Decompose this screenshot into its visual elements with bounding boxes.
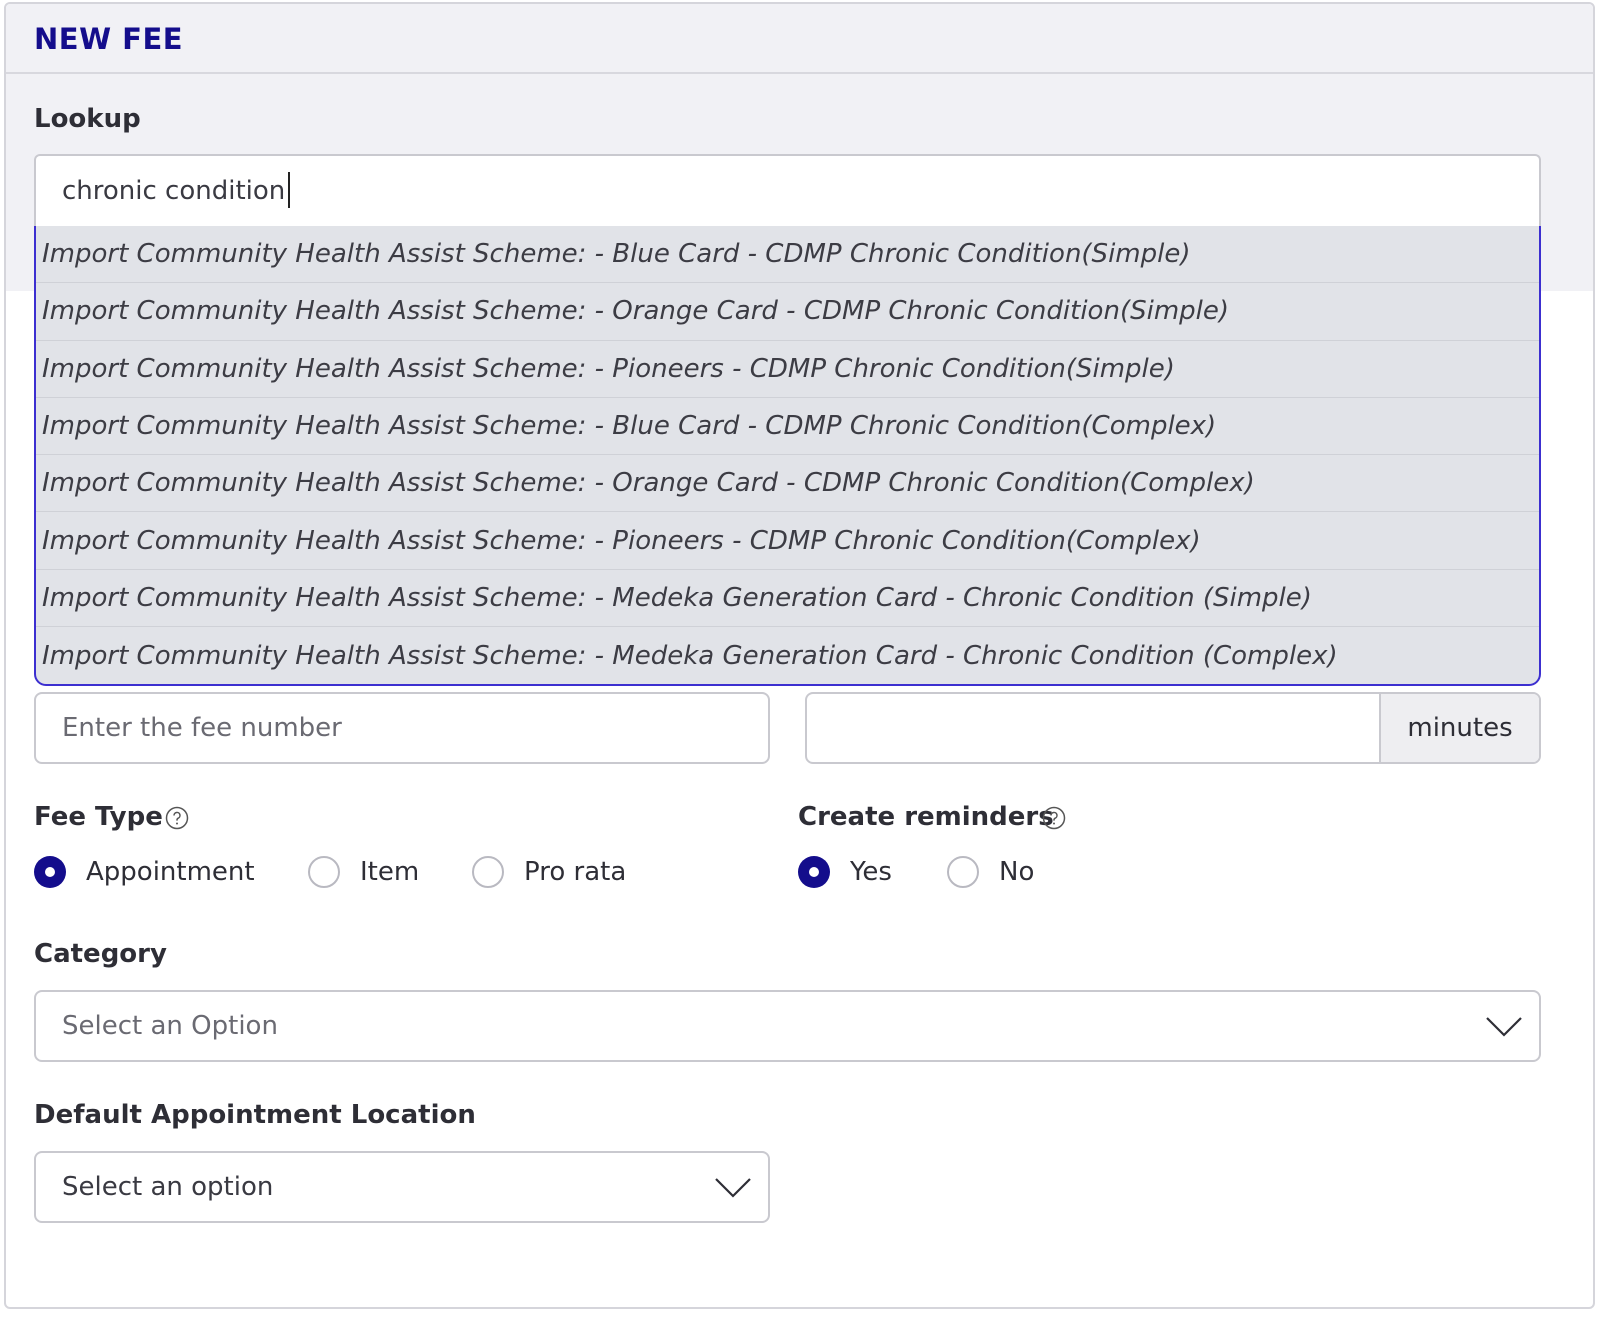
radio-label: Appointment bbox=[86, 857, 255, 887]
help-icon[interactable] bbox=[1042, 806, 1066, 830]
create-reminders-label: Create reminders bbox=[798, 802, 1054, 832]
suggestion-item[interactable]: Import Community Health Assist Scheme: -… bbox=[36, 398, 1539, 456]
radio-label: Pro rata bbox=[524, 857, 627, 887]
suggestion-item[interactable]: Import Community Health Assist Scheme: -… bbox=[36, 283, 1539, 341]
panel-header: NEW FEE bbox=[6, 4, 1593, 74]
location-placeholder: Select an option bbox=[62, 1172, 274, 1202]
page-title: NEW FEE bbox=[34, 22, 184, 56]
radio-checked-icon bbox=[34, 856, 66, 888]
lookup-input[interactable] bbox=[34, 154, 1541, 226]
radio-label: Yes bbox=[850, 857, 892, 887]
suggestion-item[interactable]: Import Community Health Assist Scheme: -… bbox=[36, 512, 1539, 570]
suggestion-item[interactable]: Import Community Health Assist Scheme: -… bbox=[36, 570, 1539, 628]
chevron-down-icon bbox=[1486, 1017, 1522, 1037]
location-label: Default Appointment Location bbox=[34, 1100, 476, 1130]
category-label: Category bbox=[34, 939, 167, 969]
fee-number-placeholder: Enter the fee number bbox=[62, 713, 342, 743]
fee-type-appointment-radio[interactable]: Appointment bbox=[34, 856, 255, 888]
suggestion-item[interactable]: Import Community Health Assist Scheme: -… bbox=[36, 226, 1539, 284]
new-fee-panel: NEW FEE Lookup Import Community Health A… bbox=[4, 2, 1595, 1309]
text-caret bbox=[288, 172, 290, 208]
fee-type-label: Fee Type bbox=[34, 802, 163, 832]
suggestion-item[interactable]: Import Community Health Assist Scheme: -… bbox=[36, 627, 1539, 684]
lookup-suggestions-list: Import Community Health Assist Scheme: -… bbox=[34, 226, 1541, 686]
reminders-no-radio[interactable]: No bbox=[947, 856, 1034, 888]
duration-unit-addon: minutes bbox=[1379, 694, 1539, 762]
help-icon[interactable] bbox=[165, 806, 189, 830]
category-placeholder: Select an Option bbox=[62, 1011, 278, 1041]
chevron-down-icon bbox=[715, 1178, 751, 1198]
reminders-yes-radio[interactable]: Yes bbox=[798, 856, 892, 888]
fee-type-pro-rata-radio[interactable]: Pro rata bbox=[472, 856, 626, 888]
location-select[interactable]: Select an option bbox=[34, 1151, 770, 1223]
radio-label: No bbox=[999, 857, 1035, 887]
category-select[interactable]: Select an Option bbox=[34, 990, 1541, 1062]
lookup-label: Lookup bbox=[34, 104, 141, 134]
duration-input[interactable]: minutes bbox=[805, 692, 1541, 764]
radio-checked-icon bbox=[798, 856, 830, 888]
radio-label: Item bbox=[360, 857, 420, 887]
fee-type-item-radio[interactable]: Item bbox=[308, 856, 419, 888]
radio-unchecked-icon bbox=[472, 856, 504, 888]
fee-number-input[interactable]: Enter the fee number bbox=[34, 692, 770, 764]
suggestion-item[interactable]: Import Community Health Assist Scheme: -… bbox=[36, 455, 1539, 513]
radio-unchecked-icon bbox=[947, 856, 979, 888]
suggestion-item[interactable]: Import Community Health Assist Scheme: -… bbox=[36, 341, 1539, 398]
radio-unchecked-icon bbox=[308, 856, 340, 888]
